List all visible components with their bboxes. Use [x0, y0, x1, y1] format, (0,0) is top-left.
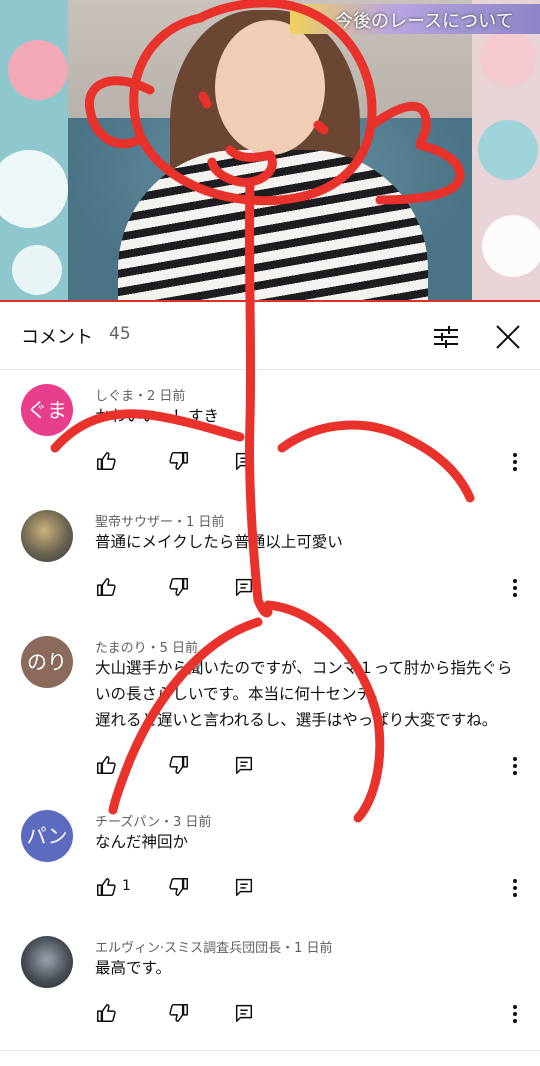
avatar-initials: のり — [27, 650, 67, 674]
reply-icon[interactable] — [233, 1002, 255, 1024]
comments-count: 45 — [109, 324, 131, 344]
video-progress-bar[interactable] — [0, 300, 540, 302]
thumb-up-icon[interactable] — [95, 576, 117, 598]
comment-item: ぐま しぐま・2 日前 かわいい〜！すき — [0, 372, 540, 499]
thumb-up-icon[interactable] — [95, 876, 117, 898]
comment-body: 最高です。 — [95, 955, 515, 981]
thumb-down-icon[interactable] — [168, 450, 190, 472]
comments-title: コメント — [21, 327, 93, 348]
comment-body: かわいい〜！すき — [95, 403, 515, 429]
more-vert-icon[interactable] — [505, 576, 525, 600]
comment-author-and-time[interactable]: たまのり・5 日前 — [95, 637, 198, 656]
avatar-initials: パン — [26, 824, 68, 848]
comment-item: パン チーズパン・3 日前 なんだ神回か 1 — [0, 798, 540, 925]
comment-body: なんだ神回か — [95, 829, 515, 855]
video-caption-text: 今後のレースについて — [335, 11, 514, 32]
video-right-floral-panel — [472, 0, 540, 302]
avatar[interactable]: パン — [21, 810, 73, 862]
avatar[interactable]: のり — [21, 636, 73, 688]
thumb-down-icon[interactable] — [168, 876, 190, 898]
comment-actions — [95, 754, 525, 782]
comment-item: のり たまのり・5 日前 大山選手から聞いたのですが、コンマ１って肘から指先ぐら… — [0, 624, 540, 799]
avatar-initials: ぐま — [27, 398, 67, 422]
reply-icon[interactable] — [233, 450, 255, 472]
video-person-face — [215, 20, 325, 155]
avatar[interactable] — [21, 510, 73, 562]
avatar[interactable] — [21, 936, 73, 988]
close-icon[interactable] — [492, 321, 524, 353]
comment-text-line: 大山選手から聞いたのですが、コンマ１って肘から指先ぐら — [95, 659, 513, 677]
more-vert-icon[interactable] — [505, 876, 525, 900]
more-vert-icon[interactable] — [505, 1002, 525, 1026]
comment-actions — [95, 1002, 525, 1030]
sort-filter-icon[interactable] — [430, 321, 462, 353]
comment-body: 大山選手から聞いたのですが、コンマ１って肘から指先ぐら いの長さらしいです。本当に… — [95, 655, 515, 733]
comment-body: 普通にメイクしたら普通以上可愛い — [95, 529, 515, 555]
thumb-down-icon[interactable] — [168, 576, 190, 598]
comment-text-line: いの長さらしいです。本当に何十センチ。 — [95, 685, 387, 703]
video-left-floral-panel — [0, 0, 68, 302]
comment-actions — [95, 450, 525, 478]
like-count: 1 — [122, 878, 131, 894]
comment-author-and-time[interactable]: エルヴィン·スミス調査兵団団長・1 日前 — [95, 937, 333, 956]
comment-item: エルヴィン·スミス調査兵団団長・1 日前 最高です。 — [0, 924, 540, 1051]
comment-actions — [95, 576, 525, 604]
comment-author-and-time[interactable]: 聖帝サウザー・1 日前 — [95, 511, 224, 530]
more-vert-icon[interactable] — [505, 754, 525, 778]
reply-icon[interactable] — [233, 754, 255, 776]
comment-text-line: なんだ神回か — [95, 833, 189, 851]
avatar[interactable]: ぐま — [21, 384, 73, 436]
comment-text-line: かわいい〜！すき — [95, 407, 220, 425]
thumb-down-icon[interactable] — [168, 754, 190, 776]
thumb-up-icon[interactable] — [95, 450, 117, 472]
comment-actions: 1 — [95, 876, 525, 904]
more-vert-icon[interactable] — [505, 450, 525, 474]
reply-icon[interactable] — [233, 876, 255, 898]
reply-icon[interactable] — [233, 576, 255, 598]
comment-text-line: 普通にメイクしたら普通以上可愛い — [95, 533, 343, 551]
thumb-down-icon[interactable] — [168, 1002, 190, 1024]
comment-item: 聖帝サウザー・1 日前 普通にメイクしたら普通以上可愛い — [0, 498, 540, 625]
comments-header: コメント 45 — [0, 303, 540, 370]
comment-author-and-time[interactable]: チーズパン・3 日前 — [95, 811, 211, 830]
thumb-up-icon[interactable] — [95, 1002, 117, 1024]
comment-text-line: 遅れると遅いと言われるし、選手はやっぱり大変ですね。 — [95, 711, 498, 729]
video-player[interactable]: 今後のレースについて — [0, 0, 540, 302]
comment-author-and-time[interactable]: しぐま・2 日前 — [95, 385, 185, 404]
comment-text-line: 最高です。 — [95, 959, 171, 977]
thumb-up-icon[interactable] — [95, 754, 117, 776]
